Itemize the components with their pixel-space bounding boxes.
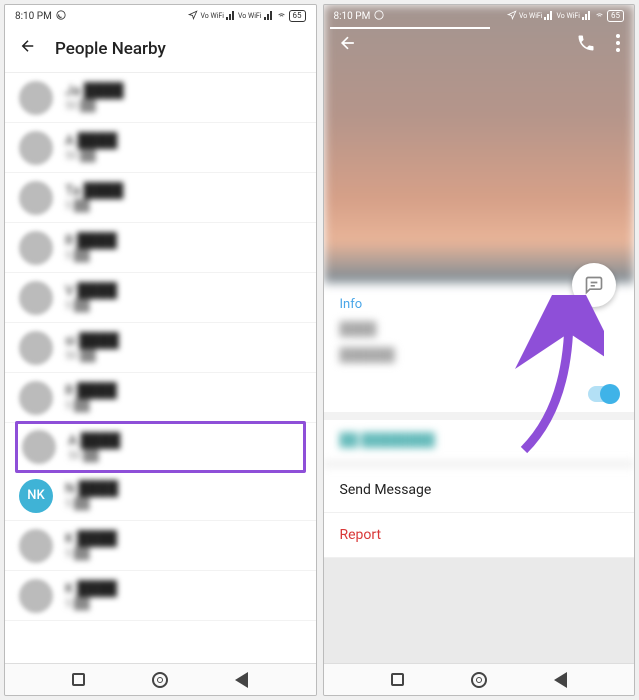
- list-item[interactable]: A ████50 ██: [18, 424, 303, 470]
- list-item[interactable]: Ja ████50 ██: [5, 73, 316, 123]
- avatar: [19, 579, 53, 613]
- signal-icon: [544, 10, 554, 23]
- status-bar: 8:10 PM Vo WiFi Vo WiFi 65: [5, 5, 316, 27]
- location-icon: [507, 10, 517, 23]
- avatar: [19, 81, 53, 115]
- avatar: NK: [19, 479, 53, 513]
- nav-recent-icon[interactable]: [72, 673, 85, 686]
- message-fab[interactable]: [572, 263, 616, 307]
- avatar: [19, 181, 53, 215]
- wifi-icon: [276, 10, 287, 23]
- avatar: [19, 529, 53, 563]
- whatsapp-icon: [374, 10, 384, 23]
- shared-row[interactable]: ██ ████████: [324, 420, 635, 468]
- report-row[interactable]: Report: [324, 513, 635, 558]
- header: People Nearby: [5, 27, 316, 73]
- status-time: 8:10 PM: [15, 11, 52, 22]
- volte-label-2: Vo WiFi: [556, 12, 580, 20]
- avatar: [19, 281, 53, 315]
- info-line-2: ██████: [340, 346, 619, 366]
- list-item[interactable]: Ta ████5 ██: [5, 173, 316, 223]
- signal-icon-2: [264, 10, 274, 23]
- nav-back-icon[interactable]: [235, 672, 248, 688]
- profile-header: [324, 33, 635, 57]
- people-list[interactable]: Ja ████50 ██A ████50 ██Ta ████5 ██R ████…: [5, 73, 316, 663]
- nav-recent-icon[interactable]: [391, 673, 404, 686]
- page-title: People Nearby: [55, 39, 166, 59]
- volte-label: Vo WiFi: [200, 12, 224, 20]
- status-time: 8:10 PM: [334, 11, 371, 22]
- android-navbar: [324, 663, 635, 695]
- list-item[interactable]: R ████5 ██: [5, 373, 316, 423]
- info-line-1: ████: [340, 320, 619, 340]
- notifications-row[interactable]: [324, 382, 635, 420]
- android-navbar: [5, 663, 316, 695]
- battery-level: 65: [289, 10, 306, 22]
- status-bar: 8:10 PM Vo WiFi Vo WiFi 65: [324, 5, 635, 27]
- list-item[interactable]: A ████50 ██: [5, 123, 316, 173]
- signal-icon-2: [582, 10, 592, 23]
- list-item[interactable]: si ████50 ██: [5, 323, 316, 373]
- back-arrow-icon[interactable]: [19, 37, 37, 60]
- back-arrow-icon[interactable]: [338, 33, 358, 57]
- call-icon[interactable]: [576, 33, 596, 57]
- highlight-annotation: A ████50 ██: [15, 421, 306, 473]
- info-heading: Info: [340, 297, 619, 312]
- avatar: [19, 231, 53, 265]
- send-message-row[interactable]: Send Message: [324, 468, 635, 513]
- list-item[interactable]: V ████5 ██: [5, 273, 316, 323]
- location-icon: [188, 10, 198, 23]
- filler: [324, 558, 635, 663]
- list-item[interactable]: K ████5 ██: [5, 571, 316, 621]
- phone-left: 8:10 PM Vo WiFi Vo WiFi 65: [4, 4, 317, 696]
- avatar: [19, 381, 53, 415]
- nav-back-icon[interactable]: [554, 672, 567, 688]
- wifi-icon: [594, 10, 605, 23]
- tab-indicator: [330, 27, 490, 29]
- list-item[interactable]: R ████5 ██: [5, 223, 316, 273]
- list-item[interactable]: NKN ████5 ██: [5, 471, 316, 521]
- volte-label-2: Vo WiFi: [238, 12, 262, 20]
- volte-label: Vo WiFi: [519, 12, 543, 20]
- toggle-switch[interactable]: [588, 386, 618, 402]
- nav-home-icon[interactable]: [471, 672, 487, 688]
- avatar: [19, 131, 53, 165]
- phone-right: 8:10 PM Vo WiFi Vo WiFi 65: [323, 4, 636, 696]
- signal-icon: [226, 10, 236, 23]
- more-icon[interactable]: [616, 34, 620, 56]
- list-item[interactable]: K ████5 ██: [5, 521, 316, 571]
- avatar: [22, 430, 56, 464]
- nav-home-icon[interactable]: [152, 672, 168, 688]
- avatar: [19, 331, 53, 365]
- whatsapp-icon: [56, 10, 66, 23]
- battery-level: 65: [607, 10, 624, 22]
